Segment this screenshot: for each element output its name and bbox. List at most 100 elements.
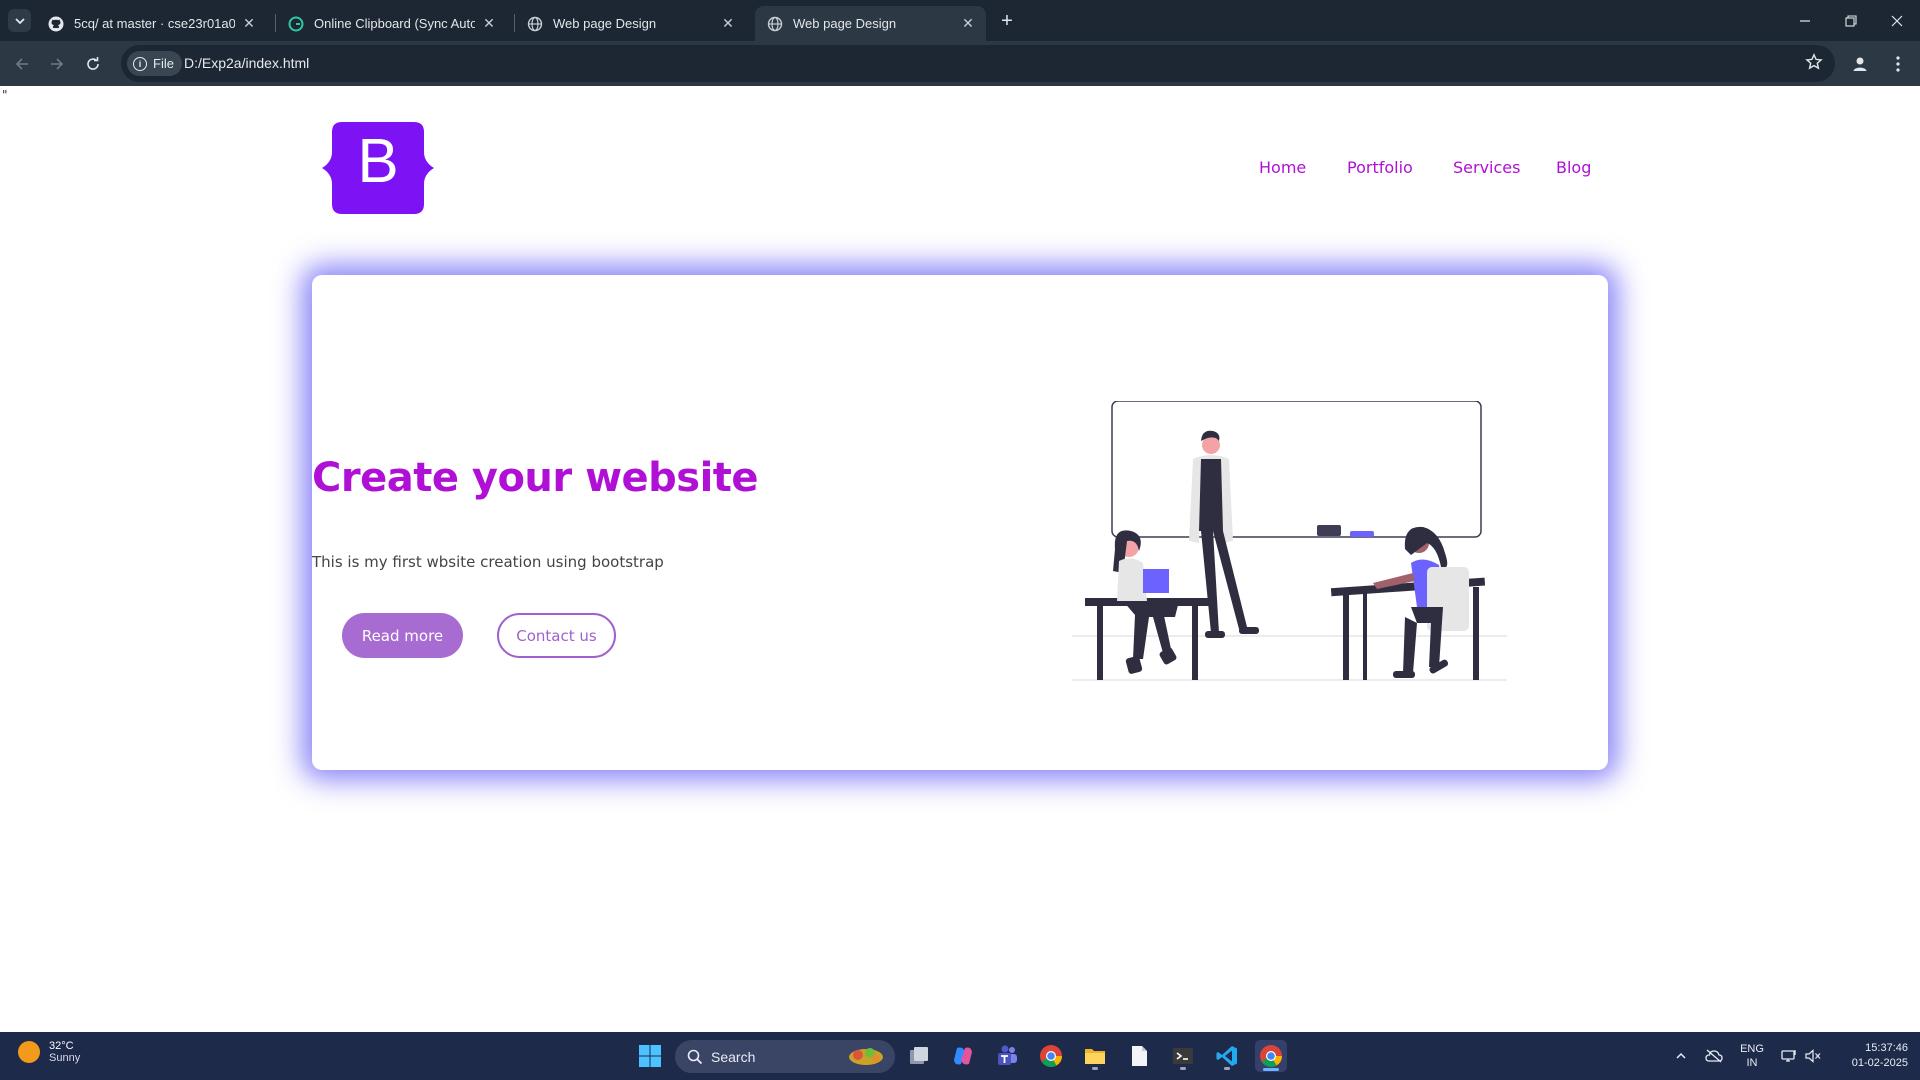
chevron-down-icon xyxy=(14,17,25,24)
tab-title: Web page Design xyxy=(793,16,897,31)
team-meeting-illustration xyxy=(1072,401,1507,681)
sun-icon xyxy=(18,1041,40,1063)
browser-toolbar: i File D:/Exp2a/index.html xyxy=(0,41,1920,86)
tab-title: Web page Design xyxy=(553,16,657,31)
logo-letter: B xyxy=(357,127,399,196)
read-more-button[interactable]: Read more xyxy=(342,613,463,658)
forward-button[interactable] xyxy=(43,50,71,78)
info-icon: i xyxy=(133,56,147,71)
running-indicator xyxy=(1092,1067,1098,1070)
vscode-icon xyxy=(1216,1046,1237,1066)
weather-temp: 32°C xyxy=(49,1040,74,1052)
network-status[interactable] xyxy=(1778,1032,1800,1080)
show-hidden-icons[interactable] xyxy=(1670,1032,1692,1080)
clock-date: 01-02-2025 xyxy=(1851,1057,1908,1069)
bootstrap-logo[interactable]: B xyxy=(322,122,434,214)
tab-github[interactable]: 5cq/ at master · cse23r01a05cq ✕ xyxy=(36,6,267,41)
teams-button[interactable] xyxy=(991,1040,1023,1072)
folder-icon xyxy=(1085,1049,1105,1064)
tab-web-page-design-active[interactable]: Web page Design ✕ xyxy=(755,6,986,41)
onedrive-status[interactable] xyxy=(1702,1032,1726,1080)
running-indicator xyxy=(1224,1067,1230,1070)
running-indicator xyxy=(1180,1067,1186,1070)
arrow-right-icon xyxy=(51,58,64,70)
search-highlight-icon xyxy=(849,1048,883,1065)
weather-condition: Sunny xyxy=(49,1052,81,1064)
nav-blog[interactable]: Blog xyxy=(1556,158,1591,177)
close-tab-icon[interactable]: ✕ xyxy=(960,15,976,32)
restore-icon xyxy=(1845,14,1857,27)
region-code: IN xyxy=(1746,1057,1758,1069)
network-icon xyxy=(1781,1050,1796,1062)
nav-portfolio[interactable]: Portfolio xyxy=(1347,158,1413,177)
new-tab-button[interactable]: + xyxy=(995,9,1019,33)
nav-services[interactable]: Services xyxy=(1453,158,1520,177)
tab-online-clipboard[interactable]: Online Clipboard (Sync Automa ✕ xyxy=(276,6,507,41)
terminal-icon xyxy=(1173,1048,1193,1064)
tab-search-button[interactable] xyxy=(8,9,31,32)
reload-icon xyxy=(87,57,99,70)
kebab-menu-icon xyxy=(1896,56,1900,72)
search-icon xyxy=(687,1049,703,1064)
chrome-icon xyxy=(1260,1045,1282,1067)
contact-us-button[interactable]: Contact us xyxy=(497,613,616,658)
chevron-up-icon xyxy=(1676,1052,1686,1059)
teams-icon xyxy=(998,1045,1017,1065)
close-icon xyxy=(1891,15,1903,26)
chrome-active-button[interactable] xyxy=(1255,1040,1287,1072)
taskbar: 32°C Sunny Search ENG IN 15:37:46 01-02-… xyxy=(0,1032,1920,1080)
profile-button[interactable] xyxy=(1846,50,1874,78)
nav-home[interactable]: Home xyxy=(1259,158,1306,177)
copilot-icon xyxy=(954,1047,972,1065)
close-tab-icon[interactable]: ✕ xyxy=(241,15,257,32)
stray-text: " xyxy=(2,88,8,102)
document-icon xyxy=(1132,1046,1147,1066)
site-info-label: File xyxy=(153,56,174,71)
weather-widget[interactable]: 32°C Sunny xyxy=(18,1040,80,1064)
arrow-left-icon xyxy=(15,58,28,70)
close-window-button[interactable] xyxy=(1874,0,1920,41)
language-code: ENG xyxy=(1740,1043,1764,1055)
minimize-icon xyxy=(1800,19,1810,22)
language-indicator[interactable]: ENG IN xyxy=(1734,1032,1770,1080)
chrome-taskbar-button[interactable] xyxy=(1035,1040,1067,1072)
url-text[interactable]: D:/Exp2a/index.html xyxy=(184,55,309,71)
site-info-chip[interactable]: i File xyxy=(127,51,182,76)
hero-card: Create your website This is my first wbs… xyxy=(312,275,1608,770)
tab-strip: 5cq/ at master · cse23r01a05cq ✕ Online … xyxy=(0,0,1920,41)
copilot-button[interactable] xyxy=(947,1040,979,1072)
tab-web-page-design[interactable]: Web page Design ✕ xyxy=(515,6,746,41)
tab-title: 5cq/ at master · cse23r01a05cq xyxy=(74,16,235,31)
reload-button[interactable] xyxy=(79,50,107,78)
windows-logo-icon xyxy=(639,1045,661,1067)
close-tab-icon[interactable]: ✕ xyxy=(720,15,736,32)
search-placeholder: Search xyxy=(711,1048,756,1065)
taskbar-search[interactable]: Search xyxy=(675,1040,895,1073)
volume-status[interactable] xyxy=(1802,1032,1824,1080)
back-button[interactable] xyxy=(8,50,36,78)
restore-button[interactable] xyxy=(1828,0,1874,41)
notepad-button[interactable] xyxy=(1123,1040,1155,1072)
globe-icon xyxy=(767,16,783,32)
volume-muted-icon xyxy=(1805,1049,1821,1063)
address-bar[interactable]: i File D:/Exp2a/index.html xyxy=(121,45,1835,82)
menu-button[interactable] xyxy=(1884,50,1912,78)
globe-icon xyxy=(527,16,543,32)
active-indicator xyxy=(1263,1068,1279,1071)
vscode-button[interactable] xyxy=(1211,1040,1243,1072)
file-explorer-button[interactable] xyxy=(1079,1040,1111,1072)
system-clock[interactable]: 15:37:46 01-02-2025 xyxy=(1832,1032,1908,1080)
minimize-button[interactable] xyxy=(1782,0,1828,41)
hero-title: Create your website xyxy=(312,455,759,501)
github-icon xyxy=(48,16,64,32)
clipboard-site-icon xyxy=(288,16,304,32)
tab-title: Online Clipboard (Sync Automa xyxy=(314,16,475,31)
close-tab-icon[interactable]: ✕ xyxy=(481,15,497,32)
start-button[interactable] xyxy=(634,1040,666,1072)
task-view-icon xyxy=(910,1047,928,1064)
chrome-icon xyxy=(1040,1045,1062,1067)
task-view-button[interactable] xyxy=(903,1040,935,1072)
terminal-button[interactable] xyxy=(1167,1040,1199,1072)
bookmark-star-icon[interactable] xyxy=(1805,53,1823,75)
page-viewport: " B Home Portfolio Services Blog Create … xyxy=(0,86,1920,1032)
